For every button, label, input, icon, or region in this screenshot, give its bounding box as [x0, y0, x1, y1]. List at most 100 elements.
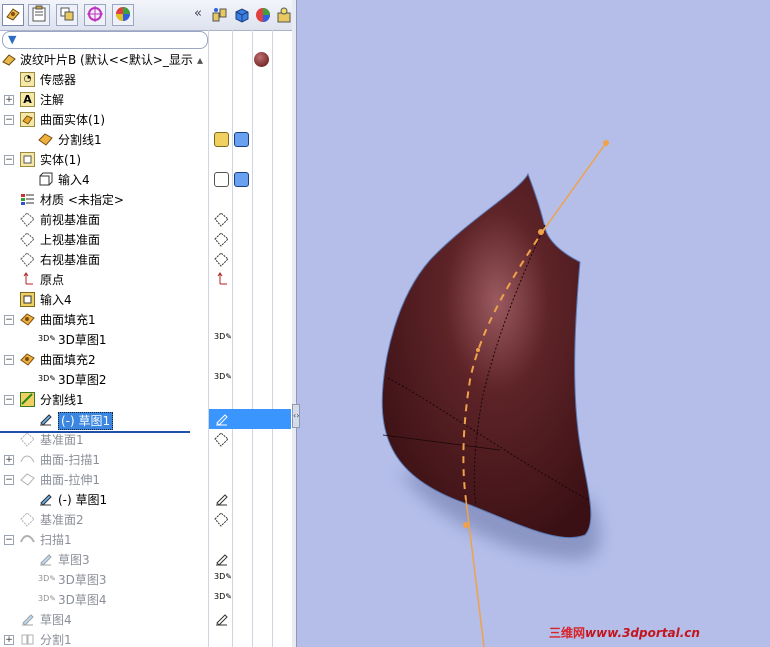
sketch-icon: [38, 552, 53, 567]
plane-visibility-icon[interactable]: [214, 232, 229, 247]
expand-toggle[interactable]: +: [4, 95, 14, 105]
tree-row-fill-surface-1[interactable]: − 曲面填充1: [0, 310, 292, 330]
view-solids-icon[interactable]: [234, 7, 250, 23]
sketch-line[interactable]: [544, 142, 607, 229]
sketch-icon: [20, 612, 35, 627]
collapse-toggle[interactable]: −: [4, 355, 14, 365]
tree-row-extruded-surface[interactable]: − 曲面-拉伸1: [0, 470, 292, 490]
sketch-visibility-icon[interactable]: 3D✎: [214, 372, 232, 387]
expand-toggle[interactable]: +: [4, 635, 14, 645]
sketch-visibility-icon[interactable]: [214, 612, 229, 627]
tree-row-imported-feature[interactable]: 输入4: [0, 290, 292, 310]
tree-row-label: (-) 草图1: [58, 493, 108, 507]
hide-show-toggle[interactable]: [214, 172, 229, 187]
tree-row-surface-bodies[interactable]: − 曲面实体(1): [0, 110, 292, 130]
tree-row-label: 上视基准面: [40, 233, 101, 247]
sketch-visibility-icon[interactable]: [214, 552, 229, 567]
tree-row-sketch-3[interactable]: 草图3: [0, 550, 292, 570]
tree-row-3d-sketch-1[interactable]: 3D✎ 3D草图1 3D✎: [0, 330, 292, 350]
watermark-url: www.3dportal.cn: [585, 626, 700, 640]
scroll-up-arrow[interactable]: ▴: [197, 52, 203, 68]
tree-row-sketch-1b[interactable]: (-) 草图1: [0, 490, 292, 510]
tree-row-label: 曲面-扫描1: [40, 453, 100, 467]
tree-row-label: 实体(1): [40, 153, 81, 167]
dimxpert-tab[interactable]: [84, 4, 106, 26]
tree-row-sensors[interactable]: ◔ 传感器: [0, 70, 292, 90]
tree-row-3d-sketch-2[interactable]: 3D✎ 3D草图2 3D✎: [0, 370, 292, 390]
appearance-icon[interactable]: [255, 7, 271, 23]
plane-visibility-icon[interactable]: [214, 512, 229, 527]
sketch-endpoint[interactable]: [538, 229, 544, 235]
feature-manager-tab[interactable]: [2, 4, 24, 26]
collapse-toggle[interactable]: −: [4, 475, 14, 485]
sketch-visibility-icon[interactable]: 3D✎: [214, 332, 232, 347]
tree-row-solid-bodies[interactable]: − 实体(1): [0, 150, 292, 170]
collapse-toggle[interactable]: −: [4, 535, 14, 545]
tree-row-split[interactable]: + 分割1: [0, 630, 292, 647]
tree-filter-input[interactable]: ▼: [2, 31, 208, 49]
swept-surface-icon: [20, 452, 35, 467]
tree-row-fill-surface-2[interactable]: − 曲面填充2: [0, 350, 292, 370]
tree-row-top-plane[interactable]: 上视基准面: [0, 230, 292, 250]
sketch-endpoint[interactable]: [603, 140, 609, 146]
tree-row-right-plane[interactable]: 右视基准面: [0, 250, 292, 270]
collapse-toggle[interactable]: −: [4, 155, 14, 165]
tree-row-label: 3D草图4: [58, 593, 107, 607]
collapse-panel-button[interactable]: «: [194, 6, 202, 21]
plane-visibility-icon[interactable]: [214, 252, 229, 267]
origin-visibility-icon[interactable]: [214, 272, 229, 287]
panel-tab-bar: «: [0, 0, 292, 31]
plane-icon: [20, 212, 35, 227]
hide-show-icon[interactable]: [212, 7, 228, 23]
tree-row-label: 分割线1: [40, 393, 84, 407]
tree-row-sketch-4[interactable]: 草图4: [0, 610, 292, 630]
tree-row-solid-body[interactable]: 输入4: [0, 170, 292, 190]
tree-row-plane-1[interactable]: 基准面1: [0, 430, 292, 450]
plane-visibility-icon[interactable]: [214, 212, 229, 227]
sketch-point[interactable]: [476, 348, 480, 352]
configuration-manager-icon: [60, 7, 74, 21]
sketch-visibility-icon[interactable]: 3D✎: [214, 572, 232, 587]
sweep-icon: [20, 532, 35, 547]
plane-icon: [20, 232, 35, 247]
display-mode-toggle[interactable]: [234, 132, 249, 147]
tree-row-origin[interactable]: 原点: [0, 270, 292, 290]
sketch-endpoint[interactable]: [463, 522, 469, 528]
sketch-visibility-icon[interactable]: [214, 412, 229, 427]
configuration-manager-tab[interactable]: [56, 4, 78, 26]
plane-visibility-icon[interactable]: [214, 432, 229, 447]
tree-row-sweep[interactable]: − 扫描1: [0, 530, 292, 550]
tree-row-surface-body[interactable]: 分割线1: [0, 130, 292, 150]
tree-row-part[interactable]: 波纹叶片B (默认<<默认>_显示 ▴: [0, 50, 292, 70]
display-mode-toggle[interactable]: [234, 172, 249, 187]
tree-row-split-line[interactable]: − 分割线1: [0, 390, 292, 410]
display-manager-tab[interactable]: [112, 4, 134, 26]
tree-row-plane-2[interactable]: 基准面2: [0, 510, 292, 530]
plane-icon: [20, 252, 35, 267]
tree-row-swept-surface[interactable]: + 曲面-扫描1: [0, 450, 292, 470]
hide-show-toggle[interactable]: [214, 132, 229, 147]
appearance-sphere-icon[interactable]: [254, 52, 269, 67]
surface-body-icon: [38, 132, 53, 147]
plane-icon: [20, 432, 35, 447]
graphics-viewport[interactable]: [298, 0, 770, 647]
expand-toggle[interactable]: +: [4, 455, 14, 465]
lights-icon[interactable]: [276, 7, 292, 23]
tree-row-sketch-1-selected[interactable]: (-) 草图1: [0, 410, 292, 430]
collapse-toggle[interactable]: −: [4, 315, 14, 325]
tree-row-label: 曲面填充1: [40, 313, 96, 327]
split-icon: [20, 632, 35, 647]
sensor-icon: ◔: [20, 72, 35, 87]
collapse-toggle[interactable]: −: [4, 395, 14, 405]
tree-row-3d-sketch-3[interactable]: 3D✎ 3D草图3 3D✎: [0, 570, 292, 590]
tree-row-label: 注解: [40, 93, 65, 107]
collapse-toggle[interactable]: −: [4, 115, 14, 125]
tree-row-3d-sketch-4[interactable]: 3D✎ 3D草图4 3D✎: [0, 590, 292, 610]
tree-row-material[interactable]: 材质 <未指定>: [0, 190, 292, 210]
sketch-visibility-icon[interactable]: 3D✎: [214, 592, 232, 607]
sketch-visibility-icon[interactable]: [214, 492, 229, 507]
property-manager-tab[interactable]: [28, 4, 50, 26]
panel-splitter[interactable]: [292, 0, 297, 647]
tree-row-front-plane[interactable]: 前视基准面: [0, 210, 292, 230]
tree-row-annotations[interactable]: + A 注解: [0, 90, 292, 110]
